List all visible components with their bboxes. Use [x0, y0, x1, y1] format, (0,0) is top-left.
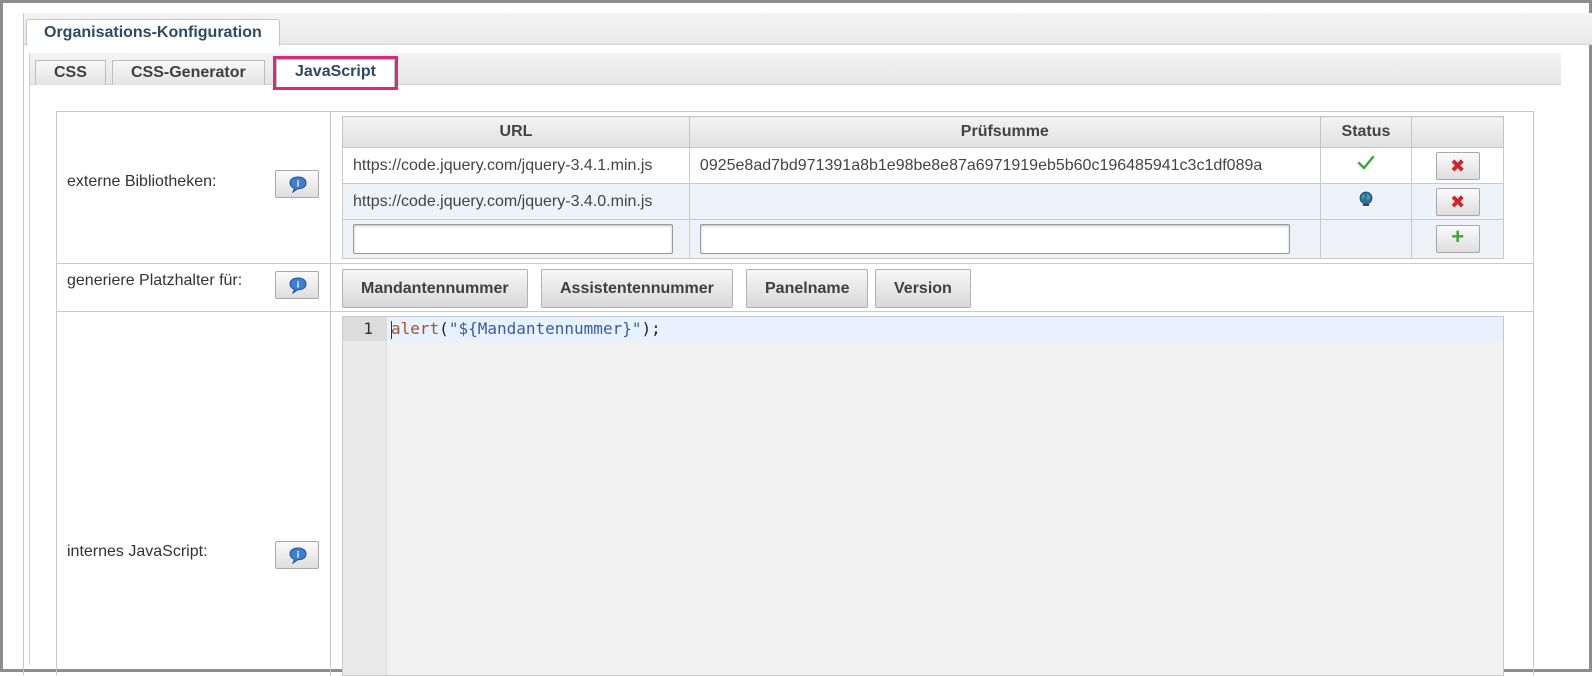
new-checksum-cell	[688, 219, 1321, 259]
new-url-cell	[342, 219, 690, 259]
new-library-row: +	[342, 219, 1504, 259]
external-libraries-help-button[interactable]: i	[275, 170, 319, 198]
column-header-checksum: Prüfsumme	[688, 116, 1321, 148]
tab-organisations-konfiguration[interactable]: Organisations-Konfiguration	[26, 19, 280, 46]
library-status	[1319, 183, 1413, 220]
checkmark-icon	[1357, 155, 1375, 170]
inner-tab-bar: CSS CSS-Generator JavaScript	[30, 53, 1561, 90]
table-row: https://code.jquery.com/jquery-3.4.1.min…	[342, 147, 1504, 184]
library-actions: ✖	[1411, 147, 1504, 184]
info-speech-bubble-icon: i	[289, 176, 307, 193]
code-string-token: "${Mandantennummer}"	[448, 319, 642, 338]
placeholder-help-button[interactable]: i	[275, 271, 319, 299]
internal-javascript-label: internes JavaScript:	[67, 543, 208, 560]
delete-x-icon: ✖	[1450, 155, 1466, 176]
placeholder-buttons: Mandantennummer Assistentennummer Paneln…	[332, 264, 1533, 311]
globe-icon	[1359, 191, 1373, 206]
svg-text:i: i	[297, 550, 300, 560]
code-paren-close: );	[641, 319, 661, 338]
outer-tab-bar: Organisations-Konfiguration	[24, 13, 1592, 46]
external-libraries-row: externe Bibliotheken: i URL Prüfsumme St…	[57, 112, 1533, 264]
code-paren-open: (	[439, 319, 449, 338]
library-status	[1319, 147, 1413, 184]
new-status-cell	[1319, 219, 1413, 259]
internal-javascript-label-cell: internes JavaScript: i	[57, 312, 331, 676]
internal-javascript-content: 1 alert("${Mandantennummer}");	[332, 312, 1533, 676]
library-actions: ✖	[1411, 183, 1504, 220]
external-libraries-label: externe Bibliotheken:	[67, 173, 217, 190]
placeholder-version-button[interactable]: Version	[875, 269, 971, 308]
library-url: https://code.jquery.com/jquery-3.4.0.min…	[342, 183, 690, 220]
code-editor[interactable]: 1 alert("${Mandantennummer}");	[342, 316, 1504, 676]
plus-icon: +	[1451, 224, 1465, 249]
new-url-input[interactable]	[353, 224, 673, 254]
info-speech-bubble-icon: i	[289, 277, 307, 294]
delete-library-button[interactable]: ✖	[1435, 187, 1480, 216]
placeholder-panelname-button[interactable]: Panelname	[746, 269, 869, 308]
placeholder-label: generiere Platzhalter für:	[67, 272, 243, 289]
internal-javascript-help-button[interactable]: i	[275, 541, 319, 569]
placeholder-mandantennummer-button[interactable]: Mandantennummer	[342, 269, 528, 308]
add-library-button[interactable]: +	[1435, 224, 1480, 253]
tab-javascript[interactable]: JavaScript	[273, 56, 398, 90]
new-actions-cell: +	[1411, 219, 1504, 259]
line-number: 1	[363, 319, 373, 338]
column-header-actions	[1411, 116, 1504, 148]
info-speech-bubble-icon: i	[289, 547, 307, 564]
code-function-token: alert	[391, 319, 440, 338]
delete-library-button[interactable]: ✖	[1435, 151, 1480, 180]
text-cursor	[391, 321, 392, 339]
editor-gutter	[343, 317, 387, 675]
libraries-table: URL Prüfsumme Status https://code.jquery…	[342, 116, 1504, 259]
table-row: https://code.jquery.com/jquery-3.4.0.min…	[342, 183, 1504, 220]
library-url: https://code.jquery.com/jquery-3.4.1.min…	[342, 147, 690, 184]
column-header-status: Status	[1319, 116, 1413, 148]
library-checksum	[688, 183, 1321, 220]
delete-x-icon: ✖	[1450, 191, 1466, 212]
new-checksum-input[interactable]	[699, 224, 1290, 254]
placeholder-assistentennummer-button[interactable]: Assistentennummer	[541, 269, 733, 308]
settings-grid: externe Bibliotheken: i URL Prüfsumme St…	[56, 111, 1534, 676]
external-libraries-content: URL Prüfsumme Status https://code.jquery…	[332, 112, 1533, 263]
internal-javascript-row: internes JavaScript: i 1 alert("${Mandan…	[57, 312, 1533, 676]
window-frame: Organisations-Konfiguration CSS CSS-Gene…	[0, 0, 1592, 676]
external-libraries-label-cell: externe Bibliotheken: i	[57, 112, 331, 263]
library-checksum: 0925e8ad7bd971391a8b1e98be8e87a6971919eb…	[688, 147, 1321, 184]
placeholder-row: generiere Platzhalter für: i Mandantennu…	[57, 264, 1533, 312]
tab-css-generator[interactable]: CSS-Generator	[112, 60, 265, 85]
placeholder-label-cell: generiere Platzhalter für: i	[57, 264, 331, 311]
code-line[interactable]: alert("${Mandantennummer}");	[391, 319, 661, 338]
tab-css[interactable]: CSS	[35, 60, 106, 85]
column-header-url: URL	[342, 116, 690, 148]
libraries-table-header: URL Prüfsumme Status	[342, 116, 1504, 148]
svg-text:i: i	[297, 179, 300, 189]
svg-text:i: i	[297, 280, 300, 290]
